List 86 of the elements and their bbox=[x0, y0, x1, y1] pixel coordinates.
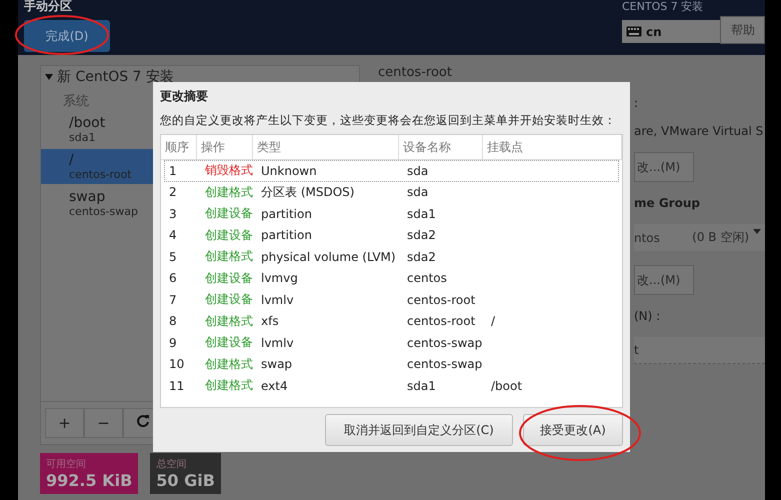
group-label: 系统 bbox=[63, 93, 89, 110]
type-cell-text: 分区表 (MSDOS) bbox=[260, 184, 356, 201]
device-heading: centos-root bbox=[378, 65, 453, 80]
caret-icon bbox=[753, 229, 761, 234]
add-button[interactable]: + bbox=[45, 408, 84, 438]
refresh-icon bbox=[136, 414, 150, 428]
page-title: 手动分区 bbox=[24, 0, 73, 12]
type-cell-text: xfs bbox=[260, 314, 280, 328]
order-cell-text: 8 bbox=[168, 314, 178, 328]
remove-button[interactable]: − bbox=[84, 408, 123, 438]
mount-cell-text: /boot bbox=[490, 378, 524, 393]
section-label: me Group bbox=[634, 196, 701, 210]
action-cell-text: 创建设备 bbox=[204, 334, 254, 352]
type-cell-text: ext4 bbox=[260, 378, 289, 393]
action-cell-text: 创建格式 bbox=[204, 248, 254, 266]
action-cell-text: 创建设备 bbox=[204, 226, 254, 244]
mount-cell-text: / bbox=[490, 314, 496, 328]
detail-text: : bbox=[634, 96, 640, 110]
dialog-description: 您的自定义更改将产生以下变更，这些变更将会在您返回到主菜单并开始安装时生效： bbox=[160, 113, 617, 128]
change-row[interactable]: 10 创建格式 swap centos-swap bbox=[164, 354, 619, 375]
space-summary: 总空间 50 GiB bbox=[150, 453, 221, 494]
cancel-button[interactable]: 取消并返回到自定义分区(C) bbox=[325, 414, 513, 446]
order-cell-text: 3 bbox=[168, 206, 178, 221]
column-header: 设备名称 bbox=[399, 135, 483, 159]
device-cell-text: sda2 bbox=[406, 250, 437, 264]
action-cell-text: 创建格式 bbox=[204, 312, 254, 330]
device-cell-text: centos-root bbox=[406, 292, 476, 307]
order-cell-text: 7 bbox=[168, 292, 178, 307]
action-cell-text: 创建设备 bbox=[204, 291, 254, 308]
order-cell-text: 11 bbox=[168, 378, 186, 393]
name-field[interactable]: t bbox=[634, 337, 765, 364]
column-header: 操作 bbox=[197, 135, 253, 159]
order-cell-text: 6 bbox=[168, 271, 178, 286]
device-cell-text: centos-swap bbox=[406, 357, 484, 372]
order-cell-text: 4 bbox=[168, 228, 178, 242]
action-cell-text: 创建格式 bbox=[204, 356, 254, 373]
device-cell-text: centos-root bbox=[406, 314, 476, 328]
action-cell-text: 销毁格式 bbox=[204, 162, 254, 180]
installation-group-header[interactable]: 新 CentOS 7 安装 bbox=[41, 66, 359, 88]
action-cell-text: 创建格式 bbox=[204, 184, 254, 201]
action-cell-text: 创建格式 bbox=[204, 377, 254, 394]
keyboard-layout-field[interactable]: cn bbox=[622, 20, 720, 43]
change-row[interactable]: 1 销毁格式 Unknown sda bbox=[164, 160, 619, 182]
column-header: 挂载点 bbox=[483, 135, 622, 159]
dialog-title: 更改摘要 bbox=[160, 88, 209, 105]
type-cell-text: Unknown bbox=[260, 164, 318, 178]
product-title: CENTOS 7 安装 bbox=[622, 0, 704, 14]
type-cell-text: swap bbox=[260, 357, 294, 372]
type-cell-text: lvmlv bbox=[260, 336, 295, 350]
action-cell-text: 创建设备 bbox=[204, 270, 254, 287]
change-row[interactable]: 8 创建格式 xfs centos-root / bbox=[164, 310, 619, 332]
space-summary: 可用空间 992.5 KiB bbox=[40, 453, 138, 494]
change-row[interactable]: 11 创建格式 ext4 sda1 /boot bbox=[164, 375, 619, 396]
device-cell-text: centos-swap bbox=[406, 336, 484, 350]
type-cell-text: lvmlv bbox=[260, 292, 295, 307]
detail-text: are, VMware Virtual S bbox=[634, 124, 764, 138]
change-row[interactable]: 2 创建格式 分区表 (MSDOS) sda bbox=[164, 182, 619, 203]
device-cell-text: sda bbox=[406, 185, 430, 200]
device-cell-text: sda bbox=[406, 164, 430, 178]
keyboard-icon bbox=[626, 26, 642, 37]
type-cell-text: partition bbox=[260, 228, 313, 242]
detail-text: (N) : bbox=[634, 309, 662, 323]
accept-button[interactable]: 接受更改(A) bbox=[523, 414, 623, 446]
type-cell-text: lvmvg bbox=[260, 271, 299, 286]
order-cell-text: 10 bbox=[168, 357, 186, 372]
change-row[interactable]: 5 创建格式 physical volume (LVM) sda2 bbox=[164, 246, 619, 268]
device-cell-text: sda2 bbox=[406, 228, 437, 242]
column-header: 类型 bbox=[253, 135, 399, 159]
type-cell-text: partition bbox=[260, 206, 313, 221]
order-cell-text: 2 bbox=[168, 185, 178, 200]
change-row[interactable]: 3 创建设备 partition sda1 bbox=[164, 203, 619, 224]
device-cell-text: centos bbox=[406, 271, 448, 286]
caret-icon bbox=[45, 74, 53, 80]
device-cell-text: sda1 bbox=[406, 206, 437, 221]
change-row[interactable]: 7 创建设备 lvmlv centos-root bbox=[164, 289, 619, 310]
device-cell-text: sda1 bbox=[406, 378, 437, 393]
change-row[interactable]: 9 创建设备 lvmlv centos-swap bbox=[164, 332, 619, 354]
action-cell-text: 创建设备 bbox=[204, 205, 254, 222]
column-header: 顺序 bbox=[161, 135, 197, 159]
change-row[interactable]: 6 创建设备 lvmvg centos bbox=[164, 268, 619, 289]
order-cell-text: 5 bbox=[168, 250, 178, 264]
order-cell-text: 1 bbox=[168, 164, 178, 178]
done-button[interactable]: 完成(D) bbox=[24, 20, 110, 52]
change-row[interactable]: 4 创建设备 partition sda2 bbox=[164, 224, 619, 246]
order-cell-text: 9 bbox=[168, 336, 178, 350]
type-cell-text: physical volume (LVM) bbox=[260, 250, 397, 264]
